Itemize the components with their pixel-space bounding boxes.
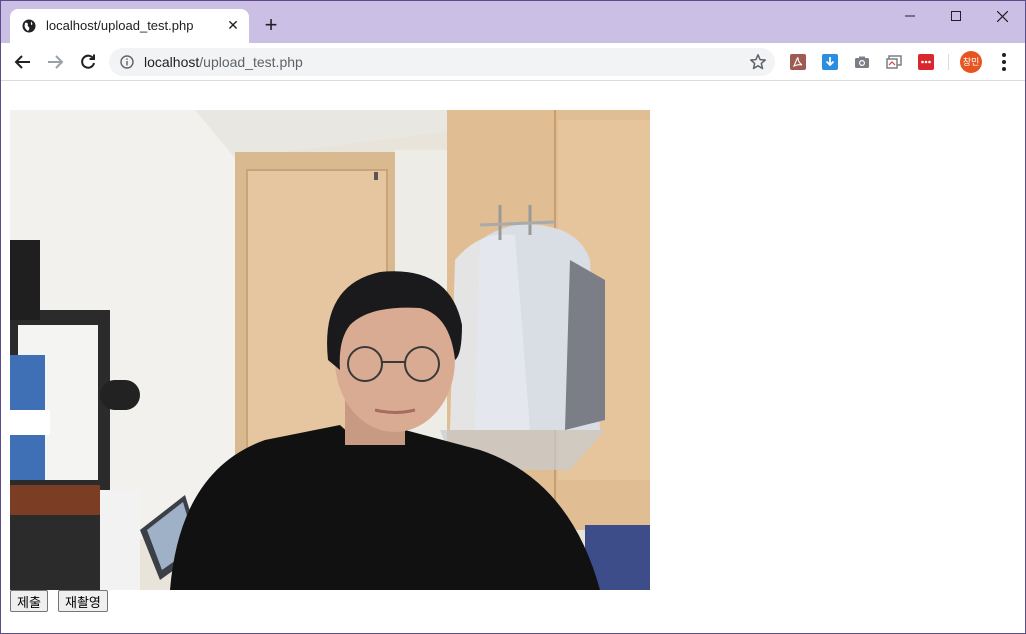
close-window-button[interactable]: [979, 1, 1025, 31]
pdf-extension-button[interactable]: [789, 53, 807, 71]
forward-button[interactable]: [43, 50, 67, 74]
retake-button[interactable]: 재촬영: [58, 590, 108, 612]
pdf-icon: [790, 54, 806, 70]
browser-toolbar: localhost/upload_test.php 창민: [1, 43, 1025, 81]
browser-menu-button[interactable]: [994, 52, 1014, 72]
download-icon: [822, 54, 838, 70]
back-arrow-icon: [14, 55, 30, 69]
page-content: 제출 재촬영: [1, 81, 1025, 633]
globe-icon: [22, 19, 36, 33]
menu-dot-icon: [1002, 67, 1006, 71]
tab-strip: localhost/upload_test.php ✕ +: [1, 1, 1025, 43]
url-host: localhost: [144, 54, 200, 70]
menu-dot-icon: [1002, 60, 1006, 64]
tab-title: localhost/upload_test.php: [46, 18, 194, 33]
minimize-icon: [905, 15, 915, 17]
back-button[interactable]: [11, 50, 35, 74]
cast-extension-button[interactable]: [885, 53, 903, 71]
minimize-button[interactable]: [887, 1, 933, 31]
toolbar-divider: [948, 54, 949, 70]
camera-icon: [855, 56, 869, 68]
address-bar[interactable]: localhost/upload_test.php: [109, 48, 775, 76]
close-tab-icon[interactable]: ✕: [225, 17, 241, 33]
cast-icon: [886, 55, 902, 69]
reload-button[interactable]: [76, 50, 100, 74]
submit-button[interactable]: 제출: [10, 590, 48, 612]
camera-extension-button[interactable]: [853, 53, 871, 71]
menu-dot-icon: [1002, 53, 1006, 57]
profile-avatar[interactable]: 창민: [960, 51, 982, 73]
close-icon: [996, 10, 1008, 22]
url-path: /upload_test.php: [199, 54, 303, 70]
maximize-icon: [951, 11, 961, 21]
new-tab-button[interactable]: +: [260, 14, 282, 37]
star-icon[interactable]: [749, 53, 767, 71]
download-extension-button[interactable]: [821, 53, 839, 71]
captured-photo: [10, 110, 650, 590]
browser-tab[interactable]: localhost/upload_test.php ✕: [10, 9, 249, 43]
url-text: localhost/upload_test.php: [144, 54, 303, 70]
browser-window: localhost/upload_test.php ✕ + localhost/…: [0, 0, 1026, 634]
more-extension-button[interactable]: [917, 53, 935, 71]
maximize-button[interactable]: [933, 1, 979, 31]
reload-icon: [81, 54, 95, 69]
info-icon[interactable]: [120, 55, 134, 69]
more-extension-icon: [918, 54, 934, 70]
forward-arrow-icon: [48, 55, 64, 69]
webcam-image: [10, 110, 650, 590]
